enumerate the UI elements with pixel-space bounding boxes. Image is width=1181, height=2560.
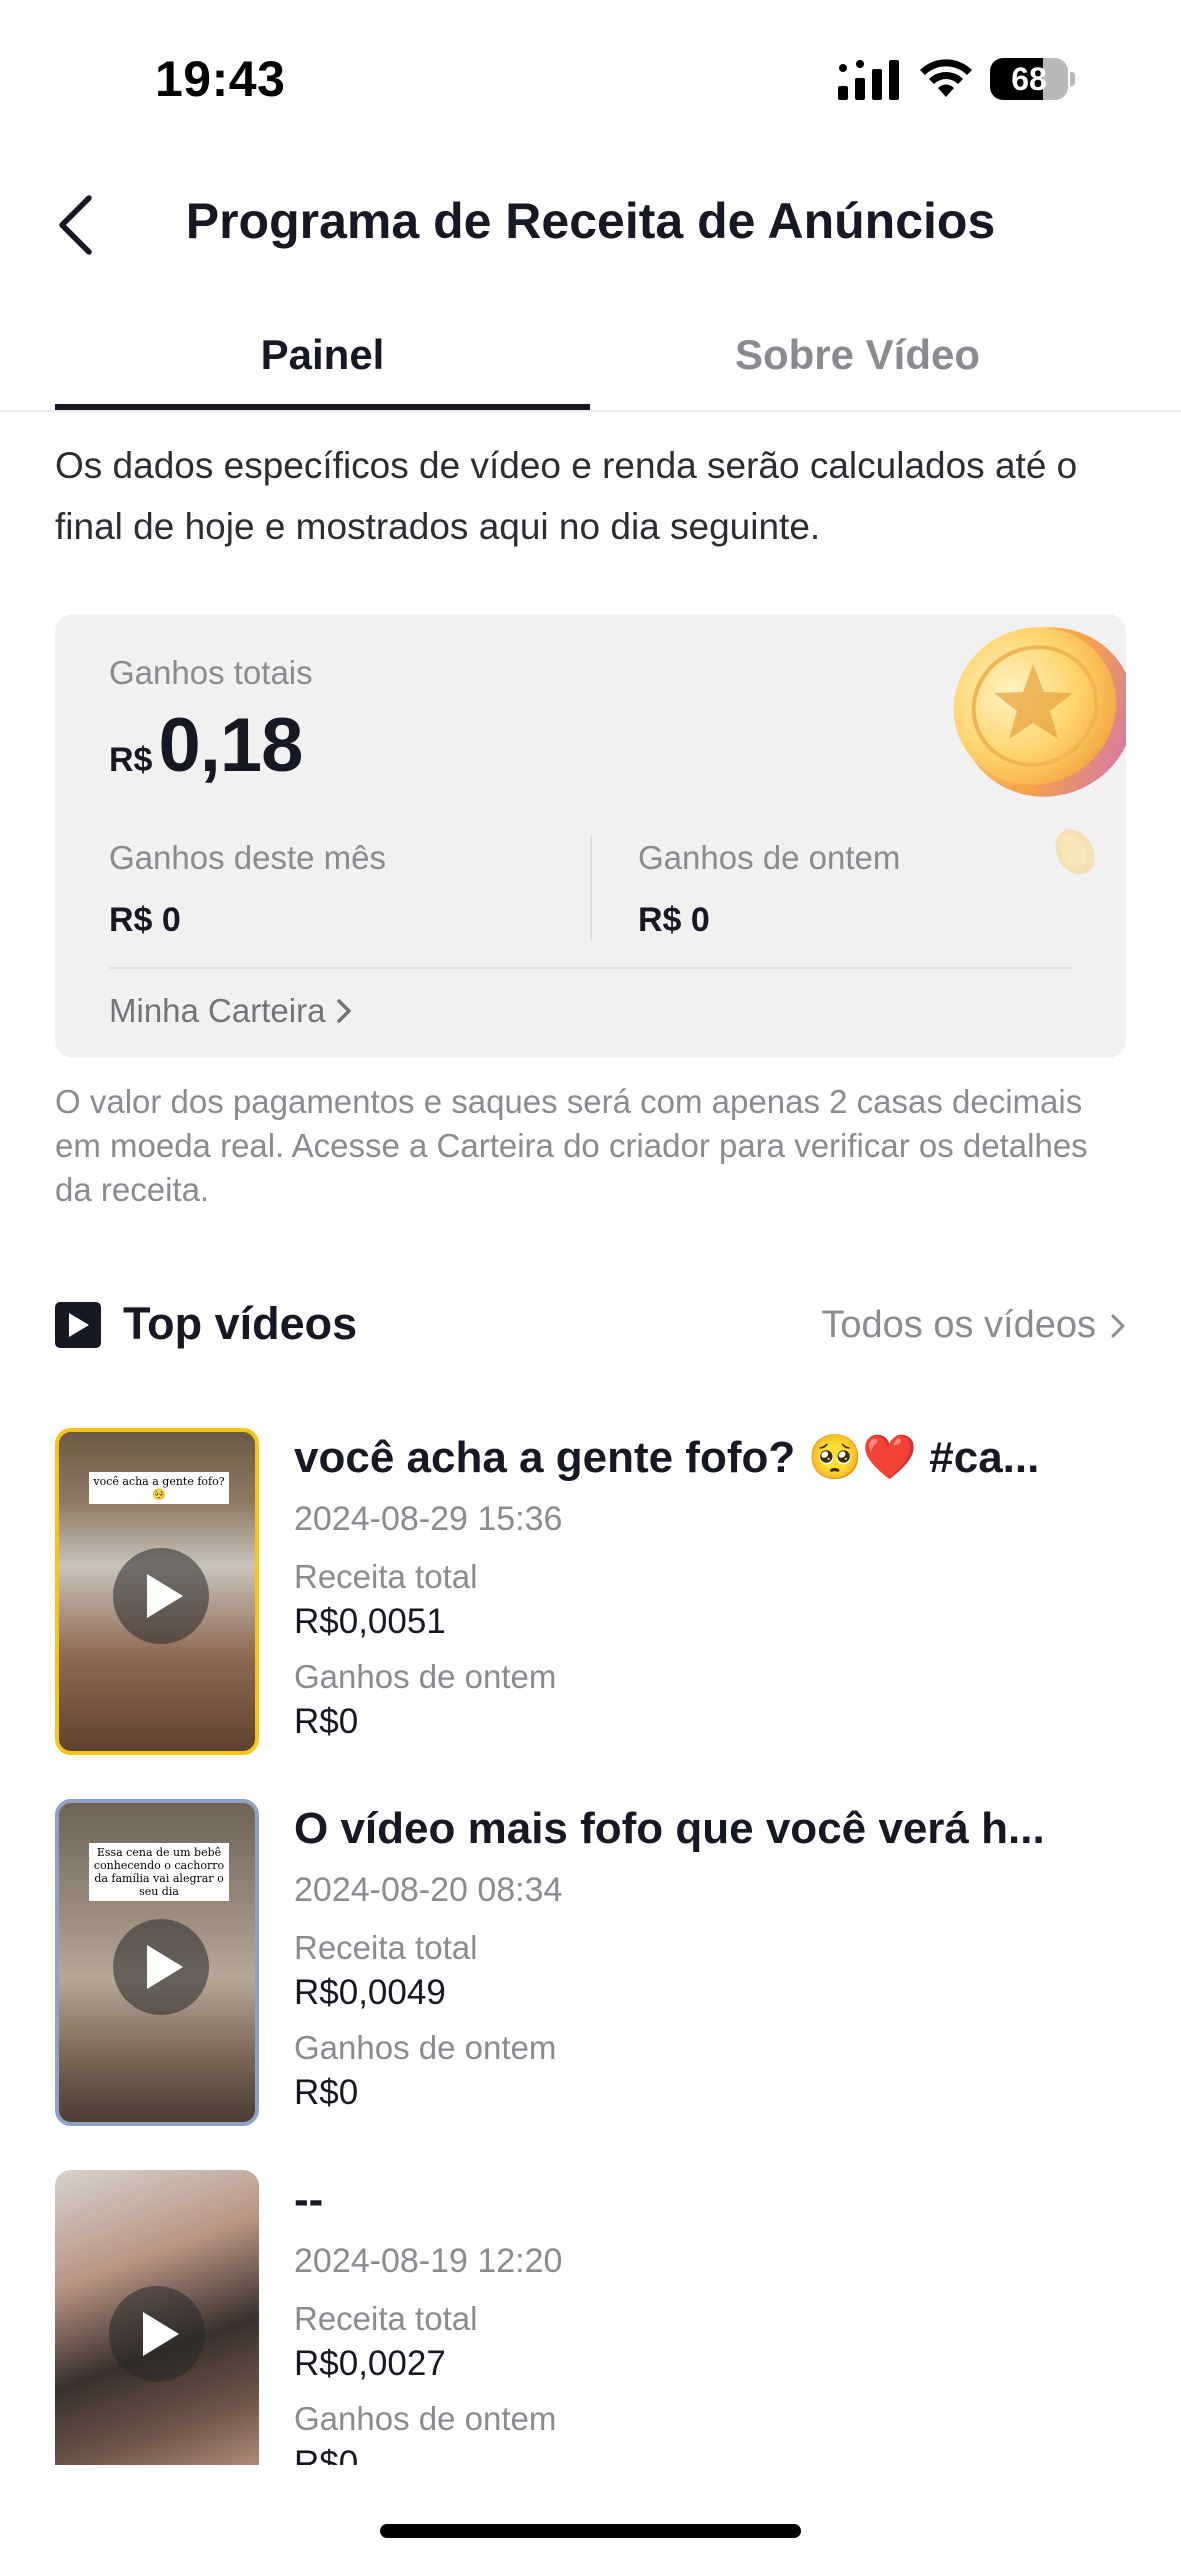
video-item[interactable]: você acha a gente fofo? 🥺 você acha a ge…: [55, 1428, 1126, 1799]
wifi-icon: [920, 59, 972, 97]
video-thumbnail[interactable]: Essa cena de um bebê conhecendo o cachor…: [55, 1799, 259, 2126]
video-thumbnail[interactable]: você acha a gente fofo? 🥺: [55, 1428, 259, 1755]
play-icon: [113, 1919, 209, 2015]
yesterday-earnings: Ganhos de ontem R$ 0: [638, 839, 900, 940]
thumbnail-caption: Essa cena de um bebê conhecendo o cachor…: [89, 1843, 229, 1901]
status-time: 19:43: [155, 51, 286, 107]
disclaimer-text: O valor dos pagamentos e saques será com…: [55, 1083, 1088, 1208]
small-coin-icon: [1055, 829, 1095, 875]
app-header: Programa de Receita de Anúncios: [0, 160, 1181, 290]
video-title: --: [294, 2175, 324, 2224]
top-videos-title: Top vídeos: [123, 1298, 358, 1349]
total-earnings-label: Ganhos totais: [109, 654, 313, 691]
yesterday-earnings-value: R$0: [294, 2444, 359, 2465]
battery-percent: 68: [1011, 61, 1047, 97]
video-play-icon: [55, 1302, 101, 1348]
home-indicator[interactable]: [380, 2524, 801, 2538]
intro-text: Os dados específicos de vídeo e renda se…: [55, 445, 1078, 547]
video-item[interactable]: Essa cena de um bebê conhecendo o cachor…: [55, 1799, 1126, 2170]
active-tab-indicator: [55, 404, 590, 410]
thumbnail-caption: você acha a gente fofo? 🥺: [89, 1472, 229, 1504]
tab-bar: Painel Sobre Vídeo: [0, 300, 1181, 412]
video-date: 2024-08-20 08:34: [294, 1871, 563, 1909]
tab-sobre-video[interactable]: Sobre Vídeo: [590, 300, 1125, 410]
all-videos-link[interactable]: Todos os vídeos: [821, 1304, 1126, 1347]
month-earnings: Ganhos deste mês R$ 0: [109, 839, 386, 940]
total-earnings: R$ 0,18: [109, 702, 303, 789]
page-title: Programa de Receita de Anúncios: [185, 193, 996, 249]
month-earnings-label: Ganhos deste mês: [109, 839, 386, 876]
total-revenue-label: Receita total: [294, 1929, 478, 1966]
video-title: O vídeo mais fofo que você verá h...: [294, 1804, 1045, 1853]
video-date: 2024-08-29 15:36: [294, 1500, 563, 1538]
total-revenue-label: Receita total: [294, 2300, 478, 2337]
video-date: 2024-08-19 12:20: [294, 2242, 563, 2280]
chevron-right-icon: [337, 999, 352, 1023]
play-icon: [113, 1548, 209, 1644]
top-videos-header: Top vídeos Todos os vídeos: [55, 1290, 1126, 1360]
video-item[interactable]: -- 2024-08-19 12:20 Receita total R$0,00…: [55, 2170, 1126, 2465]
earnings-card: Ganhos totais R$ 0,18 Ganhos deste mês R…: [55, 614, 1126, 1058]
back-button[interactable]: [40, 190, 110, 260]
coin-icon: [953, 627, 1126, 797]
wallet-link-label: Minha Carteira: [109, 992, 326, 1029]
total-earnings-value: 0,18: [158, 703, 303, 788]
chevron-left-icon: [59, 195, 92, 255]
video-title: você acha a gente fofo? 🥺❤️ #ca...: [294, 1433, 1040, 1482]
yesterday-earnings-label: Ganhos de ontem: [294, 2400, 557, 2437]
yesterday-earnings-label: Ganhos de ontem: [294, 2029, 557, 2066]
yesterday-earnings-value: R$0: [294, 2073, 359, 2112]
cellular-signal-icon: [838, 60, 899, 100]
yesterday-earnings-label: Ganhos de ontem: [294, 1658, 557, 1695]
total-revenue-value: R$0,0027: [294, 2344, 446, 2383]
currency-symbol: R$: [109, 741, 153, 779]
total-revenue-label: Receita total: [294, 1558, 478, 1595]
yesterday-earnings-value: R$ 0: [638, 901, 710, 939]
play-icon: [109, 2286, 205, 2382]
all-videos-label: Todos os vídeos: [821, 1304, 1096, 1346]
total-revenue-value: R$0,0049: [294, 1973, 446, 2012]
month-earnings-value: R$ 0: [109, 901, 181, 939]
battery-icon: 68: [990, 58, 1075, 100]
top-videos-list: você acha a gente fofo? 🥺 você acha a ge…: [55, 1428, 1126, 2465]
divider: [590, 836, 592, 940]
status-bar: 19:43 68: [0, 0, 1181, 150]
yesterday-earnings-value: R$0: [294, 1702, 359, 1741]
tab-painel[interactable]: Painel: [55, 300, 590, 410]
chevron-right-icon: [1111, 1314, 1125, 1337]
wallet-link[interactable]: Minha Carteira: [109, 992, 353, 1030]
video-thumbnail[interactable]: [55, 2170, 259, 2465]
yesterday-earnings-label: Ganhos de ontem: [638, 839, 901, 876]
total-revenue-value: R$0,0051: [294, 1602, 446, 1641]
divider: [109, 967, 1072, 969]
